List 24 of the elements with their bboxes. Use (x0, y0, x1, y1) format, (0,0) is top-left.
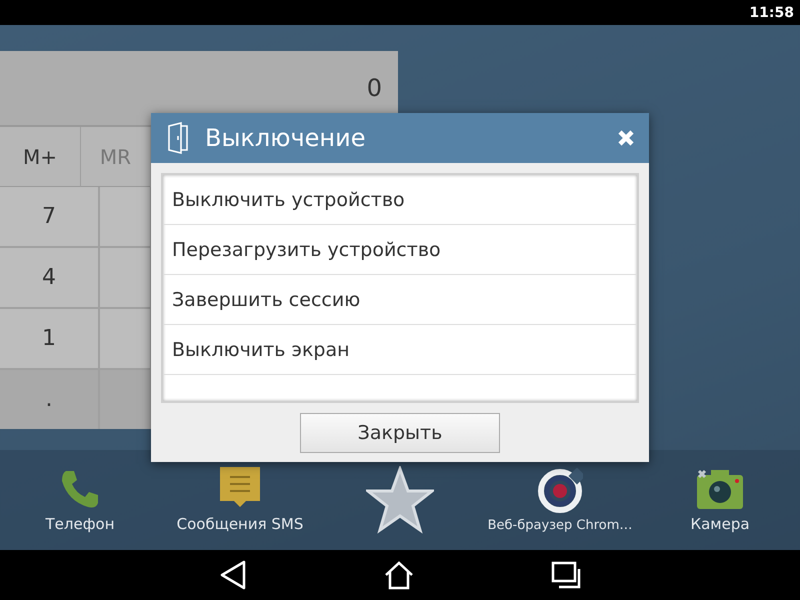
door-icon (167, 122, 189, 154)
list-item[interactable]: Выключить устройство (163, 175, 637, 225)
calculator-key[interactable]: 1 (0, 309, 98, 368)
calculator-key[interactable]: 4 (0, 248, 98, 307)
app-label[interactable]: Камера (690, 515, 750, 533)
back-icon[interactable] (218, 560, 247, 590)
close-icon[interactable] (617, 129, 635, 147)
memory-key[interactable]: M+ (0, 127, 81, 187)
star-icon[interactable] (366, 466, 434, 534)
list-item[interactable]: Завершить сессию (163, 275, 637, 325)
dialog-title: Выключение (205, 124, 366, 152)
calculator-key[interactable]: . (0, 370, 98, 429)
camera-icon[interactable] (695, 467, 745, 511)
home-icon[interactable] (384, 560, 414, 590)
app-label[interactable]: Телефон (45, 515, 115, 533)
list-item[interactable]: Выключить экран (163, 325, 637, 375)
app-label[interactable]: Веб-браузер Chrom… (488, 518, 632, 532)
app-label[interactable]: Сообщения SMS (176, 515, 304, 533)
clock: 11:58 (749, 4, 794, 20)
calculator-key[interactable]: 7 (0, 187, 98, 246)
list-item[interactable]: Перезагрузить устройство (163, 225, 637, 275)
browser-icon[interactable] (537, 468, 583, 514)
recents-icon[interactable] (551, 561, 582, 589)
close-button[interactable]: Закрыть (300, 413, 500, 453)
